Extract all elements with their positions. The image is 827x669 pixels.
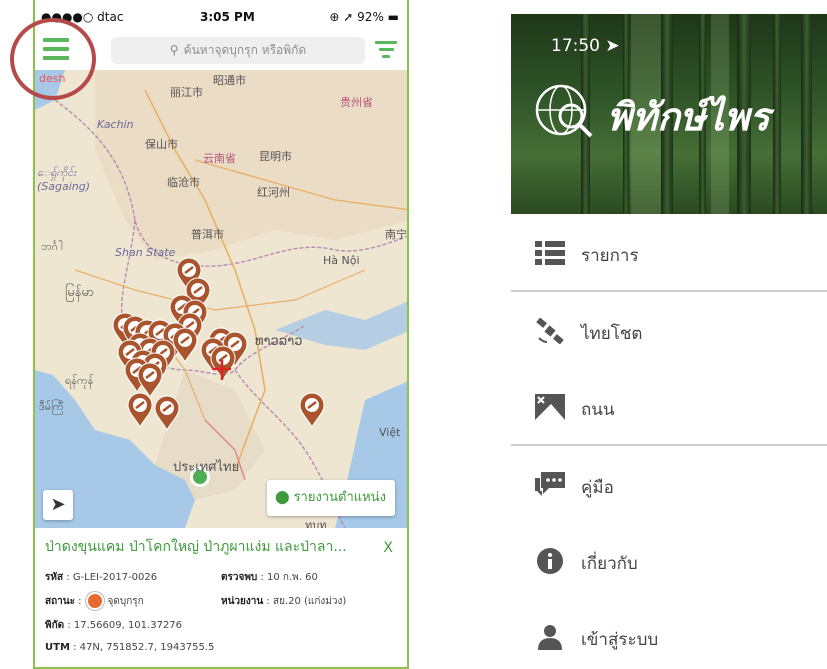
map-label: 南宁	[385, 228, 407, 241]
found-label: ตรวจพบ	[221, 572, 258, 583]
coord-label: พิกัด	[45, 620, 65, 631]
intrusion-pin[interactable]	[299, 392, 325, 429]
intrusion-pin[interactable]	[137, 362, 163, 399]
close-button[interactable]: X	[383, 540, 393, 556]
report-location-label: รายงานตำแหน่ง	[293, 490, 386, 505]
map-label: Kachin	[97, 118, 134, 131]
report-location-button[interactable]: ⬤ รายงานตำแหน่ง	[267, 480, 395, 516]
app-brand: พิทักษ์ไพร	[607, 95, 770, 139]
map-label: ประเทศไทย	[173, 460, 240, 475]
menu-item-label: ไทยโชต	[581, 324, 643, 344]
status-label: สถานะ	[45, 596, 75, 607]
map-label: (Sagaing)	[37, 180, 91, 193]
code-label: รหัส	[45, 572, 64, 583]
map-label: 丽江市	[170, 86, 203, 99]
menu-item-label: ถนน	[581, 400, 615, 420]
filter-icon[interactable]	[375, 41, 397, 59]
map-label: မြန်မာ	[65, 285, 95, 300]
user-icon	[538, 625, 562, 650]
battery-label: ⊕ ➚ 92% ▬	[329, 10, 399, 24]
menu-item-list[interactable]: รายการ	[511, 214, 827, 290]
menu-item-manual[interactable]: คู่มือ	[511, 446, 827, 522]
search-icon: ⚲	[169, 43, 179, 57]
info-panel: ป่าดงขุนแคม ป่าโคกใหญ่ ป่าภูผาแง่ม และป่…	[35, 528, 407, 667]
code-value: G-LEI-2017-0026	[72, 572, 158, 583]
info-code: รหัส : G-LEI-2017-0026	[45, 572, 158, 583]
map-label: 昭通市	[213, 74, 246, 87]
locate-me-button[interactable]: ➤	[43, 490, 73, 520]
menu-item-road[interactable]: ถนน	[511, 368, 827, 444]
battery-percent: 92%	[357, 10, 384, 24]
forest-header-image: 17:50 ➤ พิทักษ์ไพร	[511, 14, 827, 214]
menu-item-login[interactable]: เข้าสู่ระบบ	[511, 598, 827, 669]
unit-value: สย.20 (แก่งม่วง)	[272, 596, 347, 607]
map-label: ທາວລາວ	[255, 334, 303, 349]
info-utm: UTM : 47N, 751852.7, 1943755.5	[45, 642, 215, 653]
map-label: ဘင်္ဂါ	[41, 240, 63, 253]
map-label: ทบุท	[305, 519, 327, 528]
map-label: 临沧市	[167, 176, 200, 189]
info-status: สถานะ : จุดบุกรุก	[45, 592, 144, 610]
menu-item-label: เกี่ยวกับ	[581, 554, 638, 574]
list-icon	[535, 241, 565, 265]
map-label: 保山市	[145, 138, 178, 151]
info-unit: หน่วยงาน : สย.20 (แก่งม่วง)	[221, 596, 347, 607]
map-label: 红河州	[257, 186, 290, 199]
navigation-arrow-icon: ➤	[50, 494, 66, 515]
menu-item-about[interactable]: เกี่ยวกับ	[511, 522, 827, 598]
found-value: 10 ก.พ. 60	[267, 572, 318, 583]
globe-magnifier-icon	[535, 84, 593, 138]
status-time: 3:05 PM	[200, 10, 255, 24]
map-label: 昆明市	[259, 150, 292, 163]
intrusion-pin[interactable]	[172, 327, 198, 364]
coord-value: 17.56609, 101.37276	[73, 620, 183, 631]
menu-item-satellite[interactable]: ไทยโชต	[511, 292, 827, 368]
map-label: Hà Nội	[323, 254, 360, 267]
status-bar: ●●●●○ dtac 3:05 PM ⊕ ➚ 92% ▬	[35, 0, 407, 32]
info-coord: พิกัด : 17.56609, 101.37276	[45, 620, 183, 631]
info-found: ตรวจพบ : 10 ก.พ. 60	[221, 572, 318, 583]
map-screen: ●●●●○ dtac 3:05 PM ⊕ ➚ 92% ▬ ⚲ ค้นหาจุดบุ…	[33, 0, 409, 669]
intrusion-pin[interactable]	[127, 392, 153, 429]
map-label: 云南省	[203, 152, 236, 165]
status-value: จุดบุกรุก	[107, 596, 144, 607]
side-menu-screen: 17:50 ➤ พิทักษ์ไพร รายการ ไทยโชต ถนน คู่…	[511, 14, 827, 669]
map-label: 贵州省	[340, 96, 373, 109]
intrusion-status-icon	[85, 592, 104, 610]
side-menu: รายการ ไทยโชต ถนน คู่มือ เกี่ยวกับ เข้าส…	[511, 214, 827, 669]
menu-item-label: คู่มือ	[581, 478, 614, 498]
chat-icon	[535, 472, 565, 496]
utm-value: 47N, 751852.7, 1943755.5	[79, 642, 215, 653]
info-icon	[537, 548, 563, 574]
search-input[interactable]: ⚲ ค้นหาจุดบุกรุก หรือพิกัด	[111, 37, 365, 64]
status-time: 17:50 ➤	[551, 36, 620, 56]
menu-item-label: เข้าสู่ระบบ	[581, 630, 659, 650]
menu-item-label: รายการ	[581, 246, 639, 266]
map-label: ရန်ကုန်	[65, 374, 94, 387]
highlight-circle	[10, 18, 96, 100]
map-label: Shan State	[115, 246, 176, 259]
map-view[interactable]: 昭通市 desh 丽江市 贵州省 Kachin 保山市 云南省 昆明市 ေရှ်…	[35, 70, 407, 528]
info-title[interactable]: ป่าดงขุนแคม ป่าโคกใหญ่ ป่าภูผาแง่ม และป่…	[45, 536, 375, 558]
search-placeholder: ค้นหาจุดบุกรุก หรือพิกัด	[183, 43, 307, 57]
satellite-icon	[536, 318, 564, 344]
utm-label: UTM	[45, 642, 70, 653]
map-label: ဒီမ်ကြီ	[39, 400, 64, 413]
location-pin-icon: ⬤	[275, 490, 290, 505]
map-label: 普洱市	[191, 228, 224, 241]
map-label: Việt	[379, 426, 401, 439]
unit-label: หน่วยงาน	[221, 596, 264, 607]
map-icon	[535, 394, 565, 420]
